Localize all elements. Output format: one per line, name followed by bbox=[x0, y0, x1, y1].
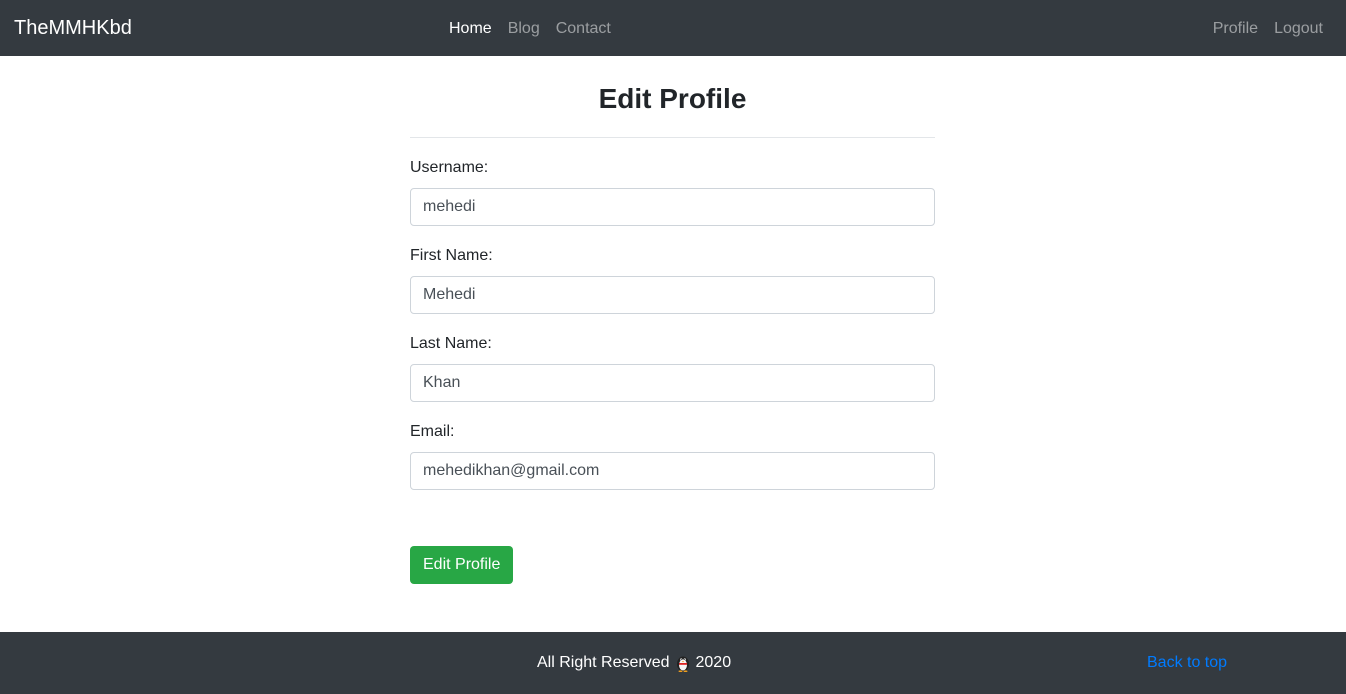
brand-logo[interactable]: TheMMHKbd bbox=[14, 15, 132, 41]
first-name-input[interactable] bbox=[410, 276, 935, 314]
back-to-top-link[interactable]: Back to top bbox=[1147, 652, 1227, 673]
last-name-input[interactable] bbox=[410, 364, 935, 402]
nav-link-logout[interactable]: Logout bbox=[1274, 18, 1323, 39]
email-input[interactable] bbox=[410, 452, 935, 490]
last-name-label: Last Name: bbox=[410, 335, 492, 352]
username-label: Username: bbox=[410, 159, 489, 176]
last-name-group: Last Name: bbox=[410, 334, 935, 402]
first-name-group: First Name: bbox=[410, 246, 935, 314]
copyright-year: 2020 bbox=[695, 654, 732, 671]
username-input[interactable] bbox=[410, 188, 935, 226]
page-title: Edit Profile bbox=[598, 83, 747, 114]
penguin-icon bbox=[676, 654, 690, 672]
main-nav: Home Blog Contact bbox=[449, 18, 611, 39]
nav-link-contact[interactable]: Contact bbox=[556, 18, 611, 39]
top-navbar: TheMMHKbd Home Blog Contact Profile Logo… bbox=[0, 0, 1346, 56]
copyright-label: All Right Reserved bbox=[537, 654, 670, 671]
email-label: Email: bbox=[410, 423, 455, 440]
edit-profile-button[interactable]: Edit Profile bbox=[410, 546, 514, 584]
nav-link-home[interactable]: Home bbox=[449, 18, 492, 39]
copyright-text: All Right Reserved 2020 bbox=[537, 652, 731, 673]
email-group: Email: bbox=[410, 422, 935, 490]
edit-profile-form: Edit Profile Username: First Name: Last … bbox=[410, 56, 935, 584]
title-divider bbox=[410, 137, 935, 138]
user-nav: Profile Logout bbox=[1213, 18, 1323, 39]
first-name-label: First Name: bbox=[410, 247, 493, 264]
username-group: Username: bbox=[410, 158, 935, 226]
nav-link-blog[interactable]: Blog bbox=[508, 18, 540, 39]
nav-link-profile[interactable]: Profile bbox=[1213, 18, 1258, 39]
page-footer: All Right Reserved 2020 Back to top bbox=[0, 632, 1346, 694]
